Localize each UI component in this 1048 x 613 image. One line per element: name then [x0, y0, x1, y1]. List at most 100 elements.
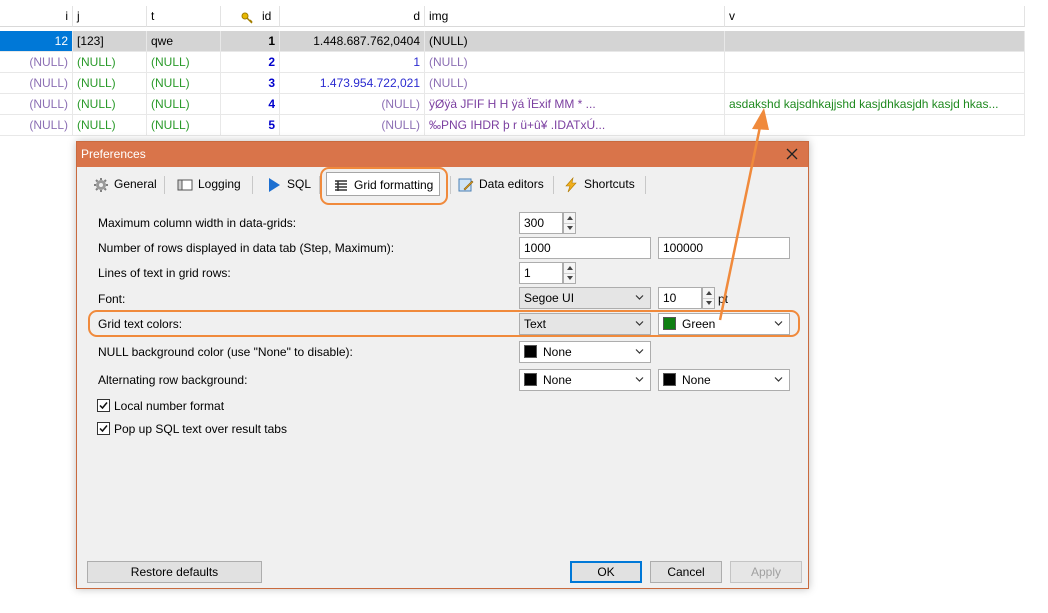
table-row[interactable]: (NULL) (NULL) (NULL) 5 (NULL) ‰PNG IHDR …	[0, 115, 1025, 136]
grid-cell[interactable]	[725, 73, 1025, 94]
play-icon	[266, 177, 282, 193]
grid-header: i j t id d img v	[0, 6, 1025, 27]
null-background-select[interactable]: None	[519, 341, 651, 363]
max-column-width-spinner[interactable]	[563, 212, 576, 234]
null-background-label: NULL background color (use "None" to dis…	[98, 345, 353, 359]
tab-separator	[252, 176, 253, 194]
spin-down-icon[interactable]	[564, 273, 575, 283]
tab-separator	[164, 176, 165, 194]
alternating-row-color1-select[interactable]: None	[519, 369, 651, 391]
grid-cell[interactable]: (NULL)	[73, 115, 147, 136]
column-header-d[interactable]: d	[280, 6, 425, 27]
lines-of-text-spinner[interactable]	[563, 262, 576, 284]
tab-logging[interactable]: Logging	[171, 172, 247, 196]
dialog-titlebar[interactable]: Preferences	[77, 142, 808, 167]
grid-cell[interactable]: (NULL)	[425, 52, 725, 73]
column-header-v[interactable]: v	[725, 6, 1025, 27]
grid-cell[interactable]: 3	[221, 73, 280, 94]
grid-cell[interactable]: (NULL)	[0, 94, 73, 115]
font-label: Font:	[98, 292, 126, 306]
tab-data-editors[interactable]: Data editors	[452, 172, 550, 196]
spin-down-icon[interactable]	[564, 223, 575, 233]
grid-cell[interactable]: 12	[0, 31, 73, 52]
font-size-input[interactable]: 10	[658, 287, 702, 309]
grid-cell[interactable]: ‰PNG IHDR þ r ü+û¥ .IDATxÚ...	[425, 115, 725, 136]
grid-cell[interactable]: (NULL)	[147, 52, 221, 73]
grid-cell[interactable]: (NULL)	[73, 52, 147, 73]
checkmark-icon	[99, 425, 108, 433]
lines-of-text-label: Lines of text in grid rows:	[98, 266, 231, 280]
grid-cell[interactable]: (NULL)	[147, 115, 221, 136]
local-number-checkbox[interactable]	[97, 399, 110, 412]
tab-shortcuts[interactable]: Shortcuts	[557, 172, 641, 196]
tab-general[interactable]: General	[87, 172, 163, 196]
tab-label: Shortcuts	[584, 177, 635, 191]
tab-separator	[645, 176, 646, 194]
table-row[interactable]: (NULL) (NULL) (NULL) 4 (NULL) ÿØÿà JFIF …	[0, 94, 1025, 115]
rows-step-input[interactable]: 1000	[519, 237, 651, 259]
grid-cell[interactable]: [123]	[73, 31, 147, 52]
grid-cell[interactable]: 1.473.954.722,021	[280, 73, 425, 94]
font-name-value: Segoe UI	[524, 291, 575, 305]
grid-cell[interactable]: (NULL)	[280, 94, 425, 115]
alternating-row-label: Alternating row background:	[98, 373, 248, 387]
grid-cell[interactable]: (NULL)	[0, 115, 73, 136]
chevron-down-icon	[774, 377, 783, 382]
checkmark-icon	[99, 402, 108, 410]
lines-of-text-input[interactable]: 1	[519, 262, 563, 284]
grid-cell[interactable]: (NULL)	[425, 73, 725, 94]
apply-button[interactable]: Apply	[730, 561, 802, 583]
font-size-spinner[interactable]	[702, 287, 715, 309]
rows-displayed-label: Number of rows displayed in data tab (St…	[98, 241, 395, 255]
ok-button[interactable]: OK	[570, 561, 642, 583]
grid-cell[interactable]: (NULL)	[73, 73, 147, 94]
max-column-width-input[interactable]: 300	[519, 212, 563, 234]
grid-cell[interactable]: 4	[221, 94, 280, 115]
highlight-grid-text-colors-row	[88, 310, 800, 337]
grid-cell[interactable]: 1	[221, 31, 280, 52]
preferences-dialog: Preferences General Logging SQL Grid for…	[76, 141, 809, 589]
grid-cell[interactable]: (NULL)	[147, 94, 221, 115]
grid-cell[interactable]	[725, 115, 1025, 136]
grid-cell[interactable]: asdakshd kajsdhkajjshd kasjdhkasjdh kasj…	[725, 94, 1025, 115]
grid-cell[interactable]: qwe	[147, 31, 221, 52]
tab-label: Logging	[198, 177, 241, 191]
tab-sql[interactable]: SQL	[260, 172, 317, 196]
table-row[interactable]: (NULL) (NULL) (NULL) 3 1.473.954.722,021…	[0, 73, 1025, 94]
column-header-j[interactable]: j	[73, 6, 147, 27]
close-icon[interactable]	[782, 144, 802, 164]
table-row[interactable]: 12 [123] qwe 1 1.448.687.762,0404 (NULL)	[0, 31, 1025, 52]
grid-cell[interactable]: (NULL)	[0, 73, 73, 94]
spin-down-icon[interactable]	[703, 298, 714, 308]
popup-sql-label[interactable]: Pop up SQL text over result tabs	[114, 422, 287, 436]
font-name-select[interactable]: Segoe UI	[519, 287, 651, 309]
grid-cell[interactable]: (NULL)	[147, 73, 221, 94]
chevron-down-icon	[635, 377, 644, 382]
local-number-label[interactable]: Local number format	[114, 399, 224, 413]
grid-cell[interactable]: (NULL)	[0, 52, 73, 73]
grid-cell[interactable]: 1	[280, 52, 425, 73]
column-header-id[interactable]: id	[221, 6, 280, 27]
grid-cell[interactable]: 1.448.687.762,0404	[280, 31, 425, 52]
grid-cell[interactable]	[725, 31, 1025, 52]
cancel-button[interactable]: Cancel	[650, 561, 722, 583]
grid-cell[interactable]: 5	[221, 115, 280, 136]
color-swatch	[524, 373, 537, 386]
restore-defaults-button[interactable]: Restore defaults	[87, 561, 262, 583]
rows-maximum-input[interactable]: 100000	[658, 237, 790, 259]
grid-cell[interactable]	[725, 52, 1025, 73]
alternating-row-color2-select[interactable]: None	[658, 369, 790, 391]
table-row[interactable]: (NULL) (NULL) (NULL) 2 1 (NULL)	[0, 52, 1025, 73]
column-header-img[interactable]: img	[425, 6, 725, 27]
grid-cell[interactable]: (NULL)	[425, 31, 725, 52]
column-header-i[interactable]: i	[0, 6, 73, 27]
grid-cell[interactable]: (NULL)	[73, 94, 147, 115]
key-icon	[241, 10, 253, 26]
alternating-row-color1-value: None	[543, 373, 572, 387]
column-header-t[interactable]: t	[147, 6, 221, 27]
color-swatch	[663, 373, 676, 386]
grid-cell[interactable]: 2	[221, 52, 280, 73]
grid-cell[interactable]: (NULL)	[280, 115, 425, 136]
popup-sql-checkbox[interactable]	[97, 422, 110, 435]
grid-cell[interactable]: ÿØÿà JFIF H H ÿá ÏExif MM * ...	[425, 94, 725, 115]
